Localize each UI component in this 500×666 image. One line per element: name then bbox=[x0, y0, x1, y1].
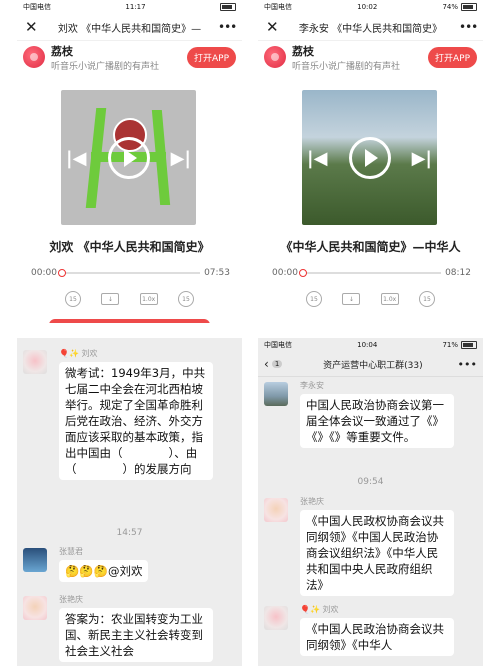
more-icon[interactable]: ••• bbox=[458, 358, 477, 371]
chat-screen-quiz: 🎈✨ 刘欢 微考试：1949年3月，中共七届二中全会在河北西柏坡举行。规定了全国… bbox=[17, 338, 242, 666]
carrier-label: 中国电信 bbox=[23, 3, 51, 11]
playback-controls: 15 ↓ 1.0x 15 bbox=[306, 291, 435, 307]
message-bubble[interactable]: 《中国人民政治协商会议共同纲领》《中华人 bbox=[300, 618, 454, 656]
track-title: 刘欢 《中华人民共和国简史》 bbox=[49, 240, 210, 254]
message-bubble[interactable]: 答案为：农业国转变为工业国、新民主主义社会转变到社会主义社会 bbox=[59, 608, 213, 662]
clock: 10:04 bbox=[357, 341, 378, 349]
next-track-icon[interactable]: ▶| bbox=[412, 148, 432, 169]
page-title: 刘欢 《中华人民共和国简史》— bbox=[57, 23, 202, 35]
back-icon[interactable]: ‹ bbox=[264, 357, 269, 371]
battery-icon bbox=[220, 3, 236, 11]
app-name: 荔枝 bbox=[292, 44, 314, 58]
previous-track-icon[interactable]: |◀ bbox=[66, 148, 86, 169]
progress-bar[interactable]: 00:00 08:12 bbox=[272, 266, 471, 280]
nav-bar: ✕ 刘欢 《中华人民共和国简史》— ••• bbox=[17, 14, 242, 41]
status-bar: 中国电信 10:02 74% bbox=[258, 0, 483, 14]
open-app-button[interactable]: 打开APP bbox=[186, 46, 236, 68]
group-title: 资产运营中心职工群(33) bbox=[323, 360, 423, 371]
progress-handle[interactable] bbox=[57, 269, 66, 277]
album-cover: |◀ ▶| bbox=[61, 90, 196, 225]
download-icon[interactable]: ↓ bbox=[342, 293, 361, 305]
next-track-icon[interactable]: ▶| bbox=[171, 148, 191, 169]
nav-bar: ✕ 李永安 《中华人民共和国简史》 ••• bbox=[258, 14, 483, 41]
unread-badge: 1 bbox=[271, 360, 283, 368]
total-duration: 08:12 bbox=[445, 268, 471, 278]
page-title: 李永安 《中华人民共和国简史》 bbox=[298, 23, 443, 35]
status-bar: 中国电信 10:04 71% bbox=[258, 338, 483, 352]
message-bubble[interactable]: 微考试：1949年3月，中共七届二中全会在河北西柏坡举行。规定了全国革命胜利后党… bbox=[59, 362, 213, 480]
previous-track-icon[interactable]: |◀ bbox=[307, 148, 327, 169]
forward-15-icon[interactable]: 15 bbox=[418, 291, 435, 307]
player-screen-liuhuan: 中国电信 11:17 ✕ 刘欢 《中华人民共和国简史》— ••• 荔枝 听音乐小… bbox=[17, 0, 242, 323]
rewind-15-icon[interactable]: 15 bbox=[306, 291, 322, 307]
battery-percent: 71% bbox=[442, 341, 458, 349]
carrier-label: 中国电信 bbox=[264, 341, 292, 349]
battery-percent: 74% bbox=[442, 3, 458, 11]
playback-controls: 15 ↓ 1.0x 15 bbox=[65, 291, 194, 307]
sender-name: 🎈✨ 刘欢 bbox=[300, 605, 339, 614]
total-duration: 07:53 bbox=[204, 268, 230, 278]
message-bubble[interactable]: 中国人民政治协商会议第一届全体会议一致通过了《》《》《》等重要文件。 bbox=[300, 394, 454, 448]
avatar[interactable] bbox=[264, 606, 288, 630]
more-icon[interactable]: ••• bbox=[459, 20, 478, 34]
close-icon[interactable]: ✕ bbox=[25, 18, 41, 36]
download-icon[interactable]: ↓ bbox=[101, 293, 120, 305]
more-icon[interactable]: ••• bbox=[218, 20, 237, 34]
carrier-label: 中国电信 bbox=[264, 3, 292, 11]
app-name: 荔枝 bbox=[51, 44, 73, 58]
chat-header: ‹ 1 资产运营中心职工群(33) ••• bbox=[258, 352, 483, 377]
album-cover: |◀ ▶| bbox=[302, 90, 437, 225]
elapsed-time: 00:00 bbox=[272, 268, 298, 278]
clock: 10:02 bbox=[357, 3, 378, 11]
timestamp: 09:54 bbox=[357, 477, 384, 487]
chat-screen-group: 中国电信 10:04 71% ‹ 1 资产运营中心职工群(33) ••• 李永安… bbox=[258, 338, 483, 666]
play-button[interactable] bbox=[348, 136, 391, 179]
lizhi-logo-icon bbox=[264, 46, 286, 68]
progress-track[interactable] bbox=[298, 269, 442, 277]
sender-name: 张慧君 bbox=[59, 547, 83, 556]
clock: 11:17 bbox=[125, 3, 146, 11]
message-bubble[interactable]: 🤔🤔🤔@刘欢 bbox=[59, 560, 149, 582]
forward-15-icon[interactable]: 15 bbox=[177, 291, 194, 307]
app-banner: 荔枝 听音乐小说广播剧的有声社 打开APP bbox=[258, 41, 483, 73]
sender-name: 🎈✨ 刘欢 bbox=[59, 349, 98, 358]
elapsed-time: 00:00 bbox=[31, 268, 57, 278]
battery-icon bbox=[461, 3, 477, 11]
close-icon[interactable]: ✕ bbox=[266, 18, 282, 36]
track-title: 《中华人民共和国简史》—中华人 bbox=[280, 240, 461, 254]
app-description: 听音乐小说广播剧的有声社 bbox=[51, 61, 160, 72]
sender-name: 李永安 bbox=[300, 381, 324, 390]
play-button[interactable] bbox=[107, 136, 150, 179]
status-bar: 中国电信 11:17 bbox=[17, 0, 242, 14]
progress-bar[interactable]: 00:00 07:53 bbox=[31, 266, 230, 280]
red-action-bar[interactable] bbox=[49, 319, 210, 323]
avatar[interactable] bbox=[264, 382, 288, 406]
sender-name: 张艳庆 bbox=[300, 497, 324, 506]
app-description: 听音乐小说广播剧的有声社 bbox=[292, 61, 401, 72]
message-bubble[interactable]: 《中国人民政权协商会议共同纲领》《中国人民政治协商会议组织法》《中华人民共和国中… bbox=[300, 510, 454, 596]
timestamp: 14:57 bbox=[116, 528, 143, 538]
app-banner: 荔枝 听音乐小说广播剧的有声社 打开APP bbox=[17, 41, 242, 73]
sender-name: 张艳庆 bbox=[59, 595, 83, 604]
battery-icon bbox=[461, 341, 477, 349]
avatar[interactable] bbox=[23, 350, 47, 374]
avatar[interactable] bbox=[23, 548, 47, 572]
speed-button[interactable]: 1.0x bbox=[139, 293, 158, 305]
progress-handle[interactable] bbox=[298, 269, 307, 277]
progress-track[interactable] bbox=[57, 269, 201, 277]
avatar[interactable] bbox=[264, 498, 288, 522]
rewind-15-icon[interactable]: 15 bbox=[65, 291, 81, 307]
player-screen-liyongan: 中国电信 10:02 74% ✕ 李永安 《中华人民共和国简史》 ••• 荔枝 … bbox=[258, 0, 483, 323]
lizhi-logo-icon bbox=[23, 46, 45, 68]
avatar[interactable] bbox=[23, 596, 47, 620]
speed-button[interactable]: 1.0x bbox=[380, 293, 399, 305]
open-app-button[interactable]: 打开APP bbox=[427, 46, 477, 68]
